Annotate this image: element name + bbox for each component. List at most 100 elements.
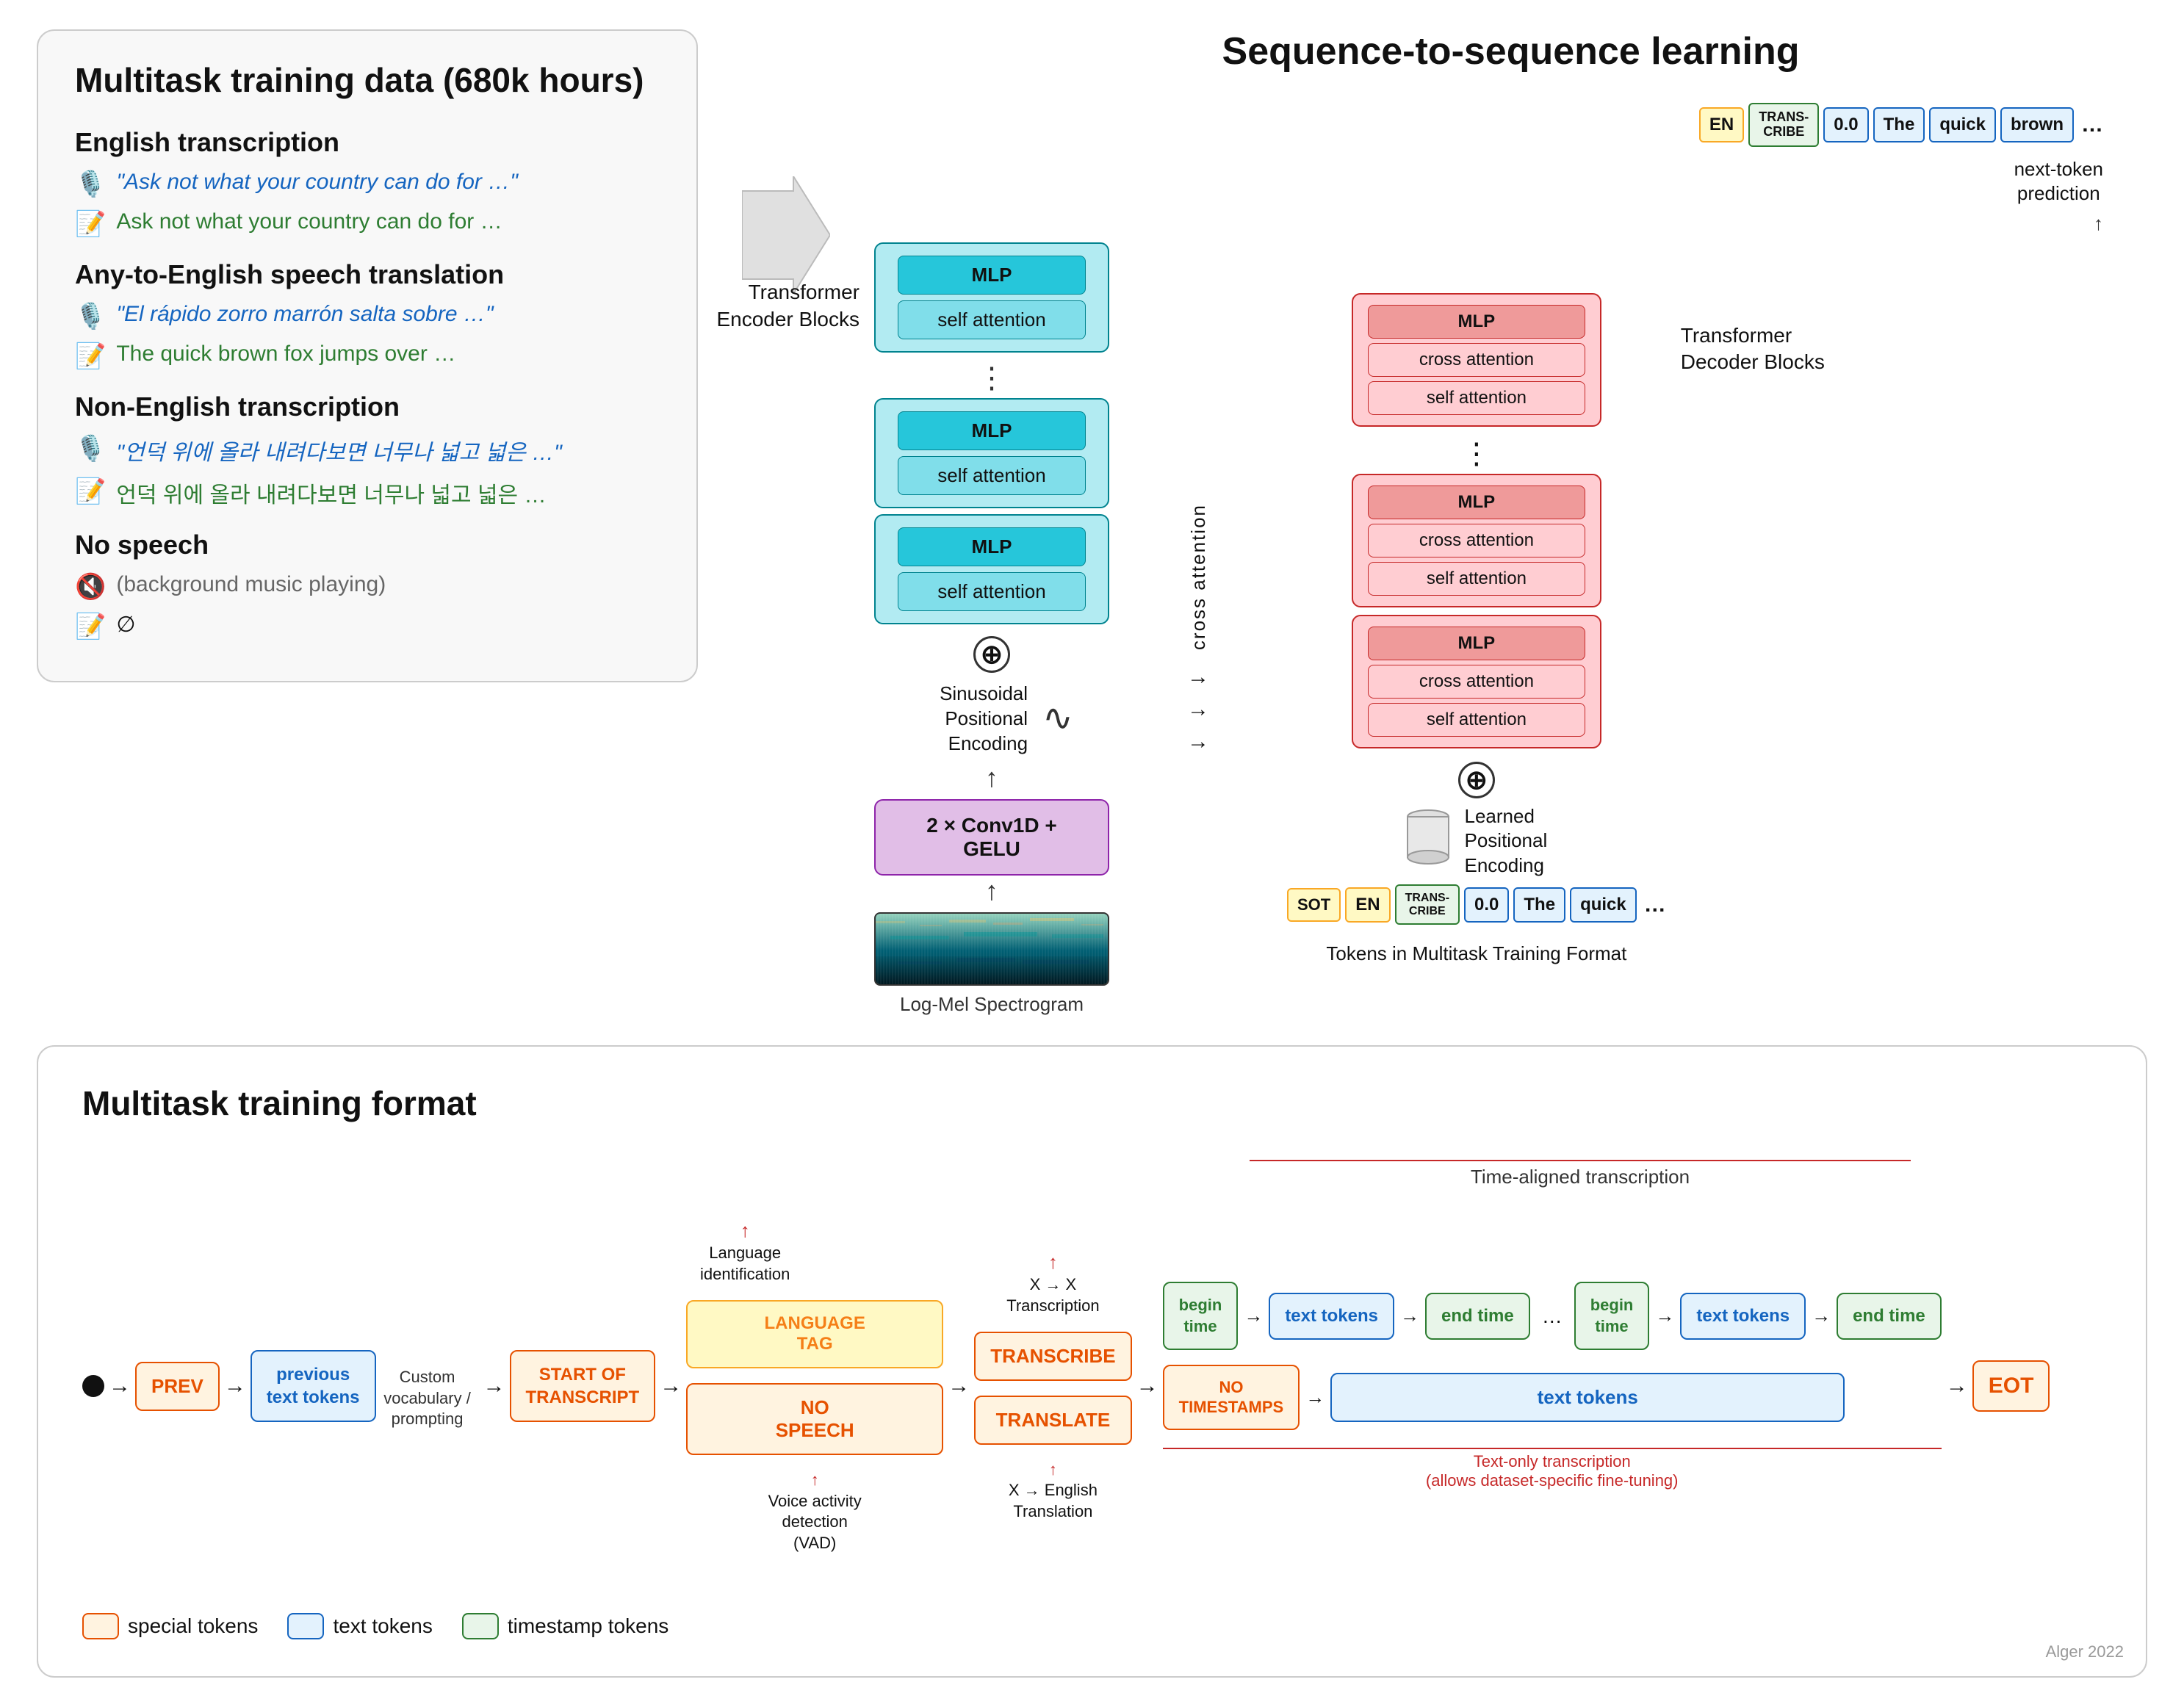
token-time: 0.0 <box>1823 107 1868 142</box>
encoder-block-mid: MLP self attention <box>874 398 1109 508</box>
sa-bot: self attention <box>898 572 1086 611</box>
begin-time-box: begintime <box>1163 1282 1239 1350</box>
transcribe-branch: ↑ X → XTranscription TRANSCRIBE TRANSLAT… <box>974 1250 1131 1523</box>
tok-the: The <box>1513 887 1565 923</box>
no-timestamps-box: NOTIMESTAMPS <box>1163 1365 1300 1430</box>
x-to-en-label: ↑X → EnglishTranslation <box>974 1459 1131 1523</box>
microphone-icon: 🎙️ <box>75 170 106 199</box>
tok-time: 0.0 <box>1464 887 1509 923</box>
item-text: ∅ <box>116 612 135 638</box>
begin-time-box2: begintime <box>1574 1282 1650 1350</box>
time-aligned-row: begintime → text tokens → end time … beg… <box>1163 1282 1942 1350</box>
legend-special-label: special tokens <box>128 1614 258 1638</box>
end-time-box: end time <box>1425 1293 1530 1340</box>
transcribe-box: TRANSCRIBE <box>974 1332 1131 1381</box>
branch-section: ↑ Languageidentification LANGUAGETAG NOS… <box>686 1219 943 1554</box>
translate-box: TRANSLATE <box>974 1396 1131 1445</box>
list-item: 🎙️ "언덕 위에 올라 내려다보면 너무나 넓고 넓은 …" <box>75 434 660 466</box>
main-container: Multitask training data (680k hours) Eng… <box>0 0 2184 1707</box>
plus-circle: ⊕ <box>973 636 1010 673</box>
dec-mlp-mid: MLP <box>1368 486 1585 519</box>
spectrogram-box <box>874 912 1109 986</box>
arrow7: → <box>1946 1374 1968 1399</box>
pencil-icon: 📝 <box>75 342 106 371</box>
token-ellipsis: … <box>2081 112 2103 137</box>
list-item: 📝 Ask not what your country can do for … <box>75 209 660 239</box>
encoder-block-top: MLP self attention <box>874 242 1109 353</box>
legend-text: text tokens <box>287 1613 432 1639</box>
decoder-block-bot: MLP cross attention self attention <box>1352 615 1601 748</box>
dec-mlp-top: MLP <box>1368 305 1585 339</box>
tok-transcribe: TRANS-CRIBE <box>1395 884 1460 925</box>
token-the: The <box>1873 107 1925 142</box>
sa-mid: self attention <box>898 456 1086 495</box>
dec-sa-top: self attention <box>1368 381 1585 415</box>
section-heading-no-speech: No speech <box>75 530 660 560</box>
cross-attention-col: cross attention → → → <box>1175 504 1221 754</box>
item-text: "El rápido zorro marrón salta sobre …" <box>116 302 493 327</box>
encoder-dots: ⋮ <box>977 361 1006 395</box>
legend-timestamp-box <box>462 1613 499 1639</box>
text-only-label: Text-only transcription(allows dataset-s… <box>1163 1448 1942 1490</box>
item-text: The quick brown fox jumps over … <box>116 342 455 367</box>
list-item: 📝 ∅ <box>75 612 660 641</box>
spectrogram-label: Log-Mel Spectrogram <box>900 993 1084 1016</box>
watermark: Alger 2022 <box>2046 1642 2124 1661</box>
microphone-icon: 🎙️ <box>75 434 106 463</box>
legend-special-box <box>82 1613 119 1639</box>
eot-box: EOT <box>1972 1360 2050 1412</box>
token-en: EN <box>1699 107 1744 142</box>
learned-pos-enc: LearnedPositionalEncoding <box>1406 804 1548 878</box>
legend-row: special tokens text tokens timestamp tok… <box>82 1613 2102 1639</box>
cross-attn-label: cross attention <box>1187 504 1210 650</box>
section-heading-english: English transcription <box>75 127 660 158</box>
list-item: 📝 언덕 위에 올라 내려다보면 너무나 넓고 넓은 … <box>75 477 660 509</box>
sinusoidal-label: SinusoidalPositionalEncoding <box>910 682 1028 756</box>
task-boxes: TRANSCRIBE TRANSLATE <box>974 1332 1131 1445</box>
item-text: "언덕 위에 올라 내려다보면 너무나 넓고 넓은 …" <box>116 434 561 466</box>
up-arrow2: ↑ <box>985 876 998 906</box>
list-item: 🎙️ "Ask not what your country can do for… <box>75 170 660 199</box>
tilde-icon: ∿ <box>1042 696 1073 739</box>
seq-title: Sequence-to-sequence learning <box>1222 29 1800 73</box>
lang-id-label: Languageidentification <box>700 1244 790 1283</box>
microphone-icon: 🎙️ <box>75 302 106 331</box>
decoder-col: TransformerDecoder Blocks MLP cross atte… <box>1287 293 1666 966</box>
decoder-block-mid: MLP cross attention self attention <box>1352 474 1601 607</box>
mlp-mid: MLP <box>898 411 1086 450</box>
token-brown: brown <box>2000 107 2074 142</box>
x-to-x-label: X → XTranscription <box>1006 1275 1099 1315</box>
list-item: 🔇 (background music playing) <box>75 572 660 602</box>
conv-box: 2 × Conv1D + GELU <box>874 799 1109 876</box>
start-dot <box>82 1375 104 1397</box>
input-token-row: SOT EN TRANS-CRIBE 0.0 The quick … <box>1287 884 1666 925</box>
long-text-tokens-box: text tokens <box>1330 1373 1845 1422</box>
dec-mlp-bot: MLP <box>1368 627 1585 660</box>
mlp-top: MLP <box>898 256 1086 295</box>
dec-ca-bot: cross attention <box>1368 665 1585 699</box>
panel-title: Multitask training data (680k hours) <box>75 60 660 101</box>
lang-tag-box: LANGUAGETAG <box>686 1300 943 1369</box>
mlp-bot: MLP <box>898 527 1086 566</box>
decoder-label: TransformerDecoder Blocks <box>1681 322 1857 376</box>
dec-ca-mid: cross attention <box>1368 524 1585 557</box>
pencil-icon: 📝 <box>75 477 106 506</box>
next-pred-label: next-tokenprediction <box>2014 157 2103 207</box>
list-item: 📝 The quick brown fox jumps over … <box>75 342 660 371</box>
vad-label: ↑Voice activitydetection(VAD) <box>686 1470 943 1553</box>
tok-ellipsis: … <box>1644 892 1666 917</box>
bottom-section: Multitask training format Time-aligned t… <box>37 1045 2147 1678</box>
sot-box: START OFTRANSCRIPT <box>510 1350 656 1422</box>
decoder-dots: ⋮ <box>1462 437 1491 471</box>
dec-ca-top: cross attention <box>1368 343 1585 377</box>
section-heading-non-english: Non-English transcription <box>75 391 660 422</box>
legend-text-box <box>287 1613 324 1639</box>
arrow5: → <box>948 1374 970 1399</box>
dec-sa-bot: self attention <box>1368 703 1585 737</box>
legend-timestamp: timestamp tokens <box>462 1613 668 1639</box>
text-tokens-box2: text tokens <box>1680 1293 1806 1340</box>
sequence-section: Sequence-to-sequence learning EN TRANS-C… <box>874 29 2147 1016</box>
decoder-block-top: MLP cross attention self attention <box>1352 293 1601 427</box>
encoder-block-bot: MLP self attention <box>874 514 1109 624</box>
tok-en: EN <box>1345 887 1390 923</box>
